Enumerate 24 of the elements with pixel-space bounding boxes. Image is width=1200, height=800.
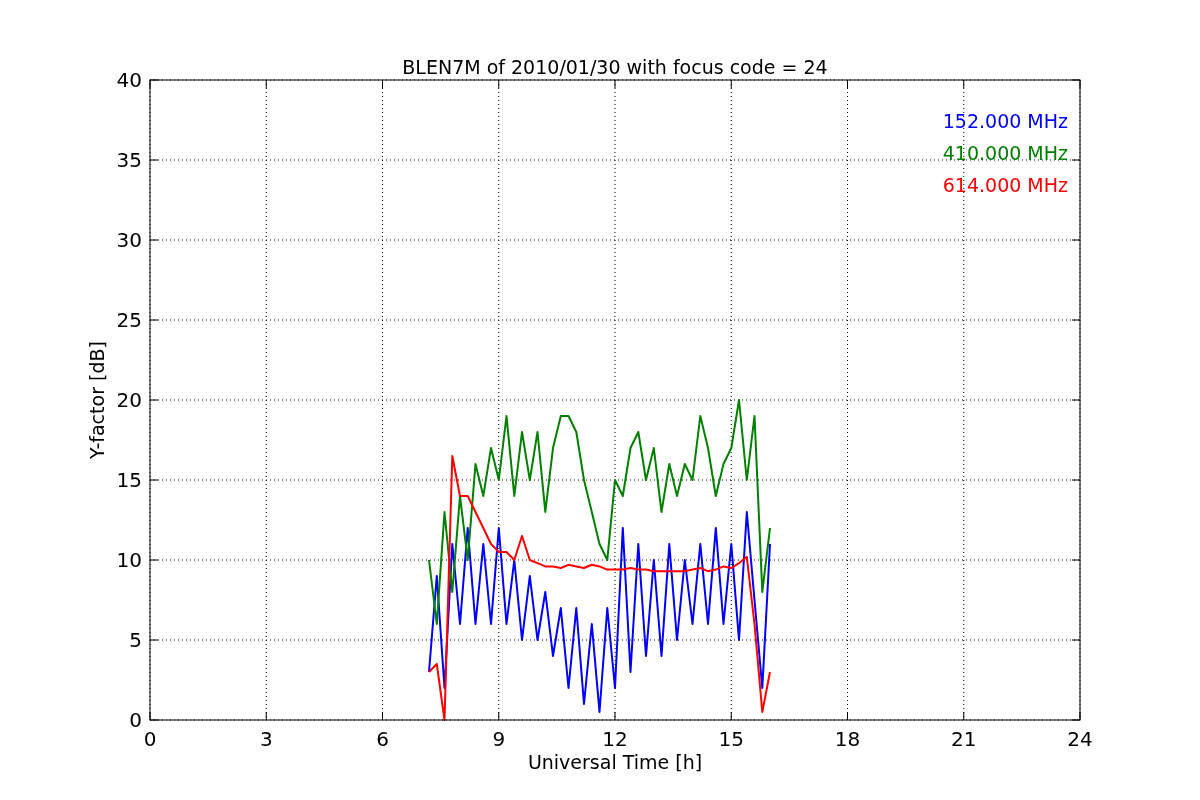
y-tick-label: 5 bbox=[129, 628, 142, 652]
legend-label: 410.000 MHz bbox=[942, 142, 1068, 164]
x-tick-label: 0 bbox=[143, 727, 157, 751]
legend-label: 614.000 MHz bbox=[942, 174, 1068, 196]
y-axis-label: Y-factor [dB] bbox=[86, 341, 108, 459]
y-tick-label: 10 bbox=[116, 548, 142, 572]
legend-label: 152.000 MHz bbox=[942, 110, 1068, 132]
y-tick-label: 40 bbox=[116, 68, 142, 92]
y-tick-label: 15 bbox=[116, 468, 142, 492]
chart-title: BLEN7M of 2010/01/30 with focus code = 24 bbox=[402, 56, 828, 78]
y-tick-label: 30 bbox=[116, 228, 142, 252]
x-tick-label: 21 bbox=[951, 727, 977, 751]
x-tick-label: 15 bbox=[718, 727, 744, 751]
x-axis-label: Universal Time [h] bbox=[527, 751, 703, 773]
y-tick-label: 35 bbox=[116, 148, 142, 172]
x-tick-label: 18 bbox=[834, 727, 861, 751]
y-tick-label: 0 bbox=[129, 708, 142, 732]
x-tick-label: 3 bbox=[259, 727, 273, 751]
x-tick-label: 24 bbox=[1067, 727, 1093, 751]
x-tick-label: 12 bbox=[602, 727, 628, 751]
y-tick-label: 25 bbox=[116, 308, 142, 332]
y-tick-label: 20 bbox=[116, 388, 142, 412]
x-tick-label: 9 bbox=[492, 727, 506, 751]
x-tick-label: 6 bbox=[376, 727, 389, 751]
